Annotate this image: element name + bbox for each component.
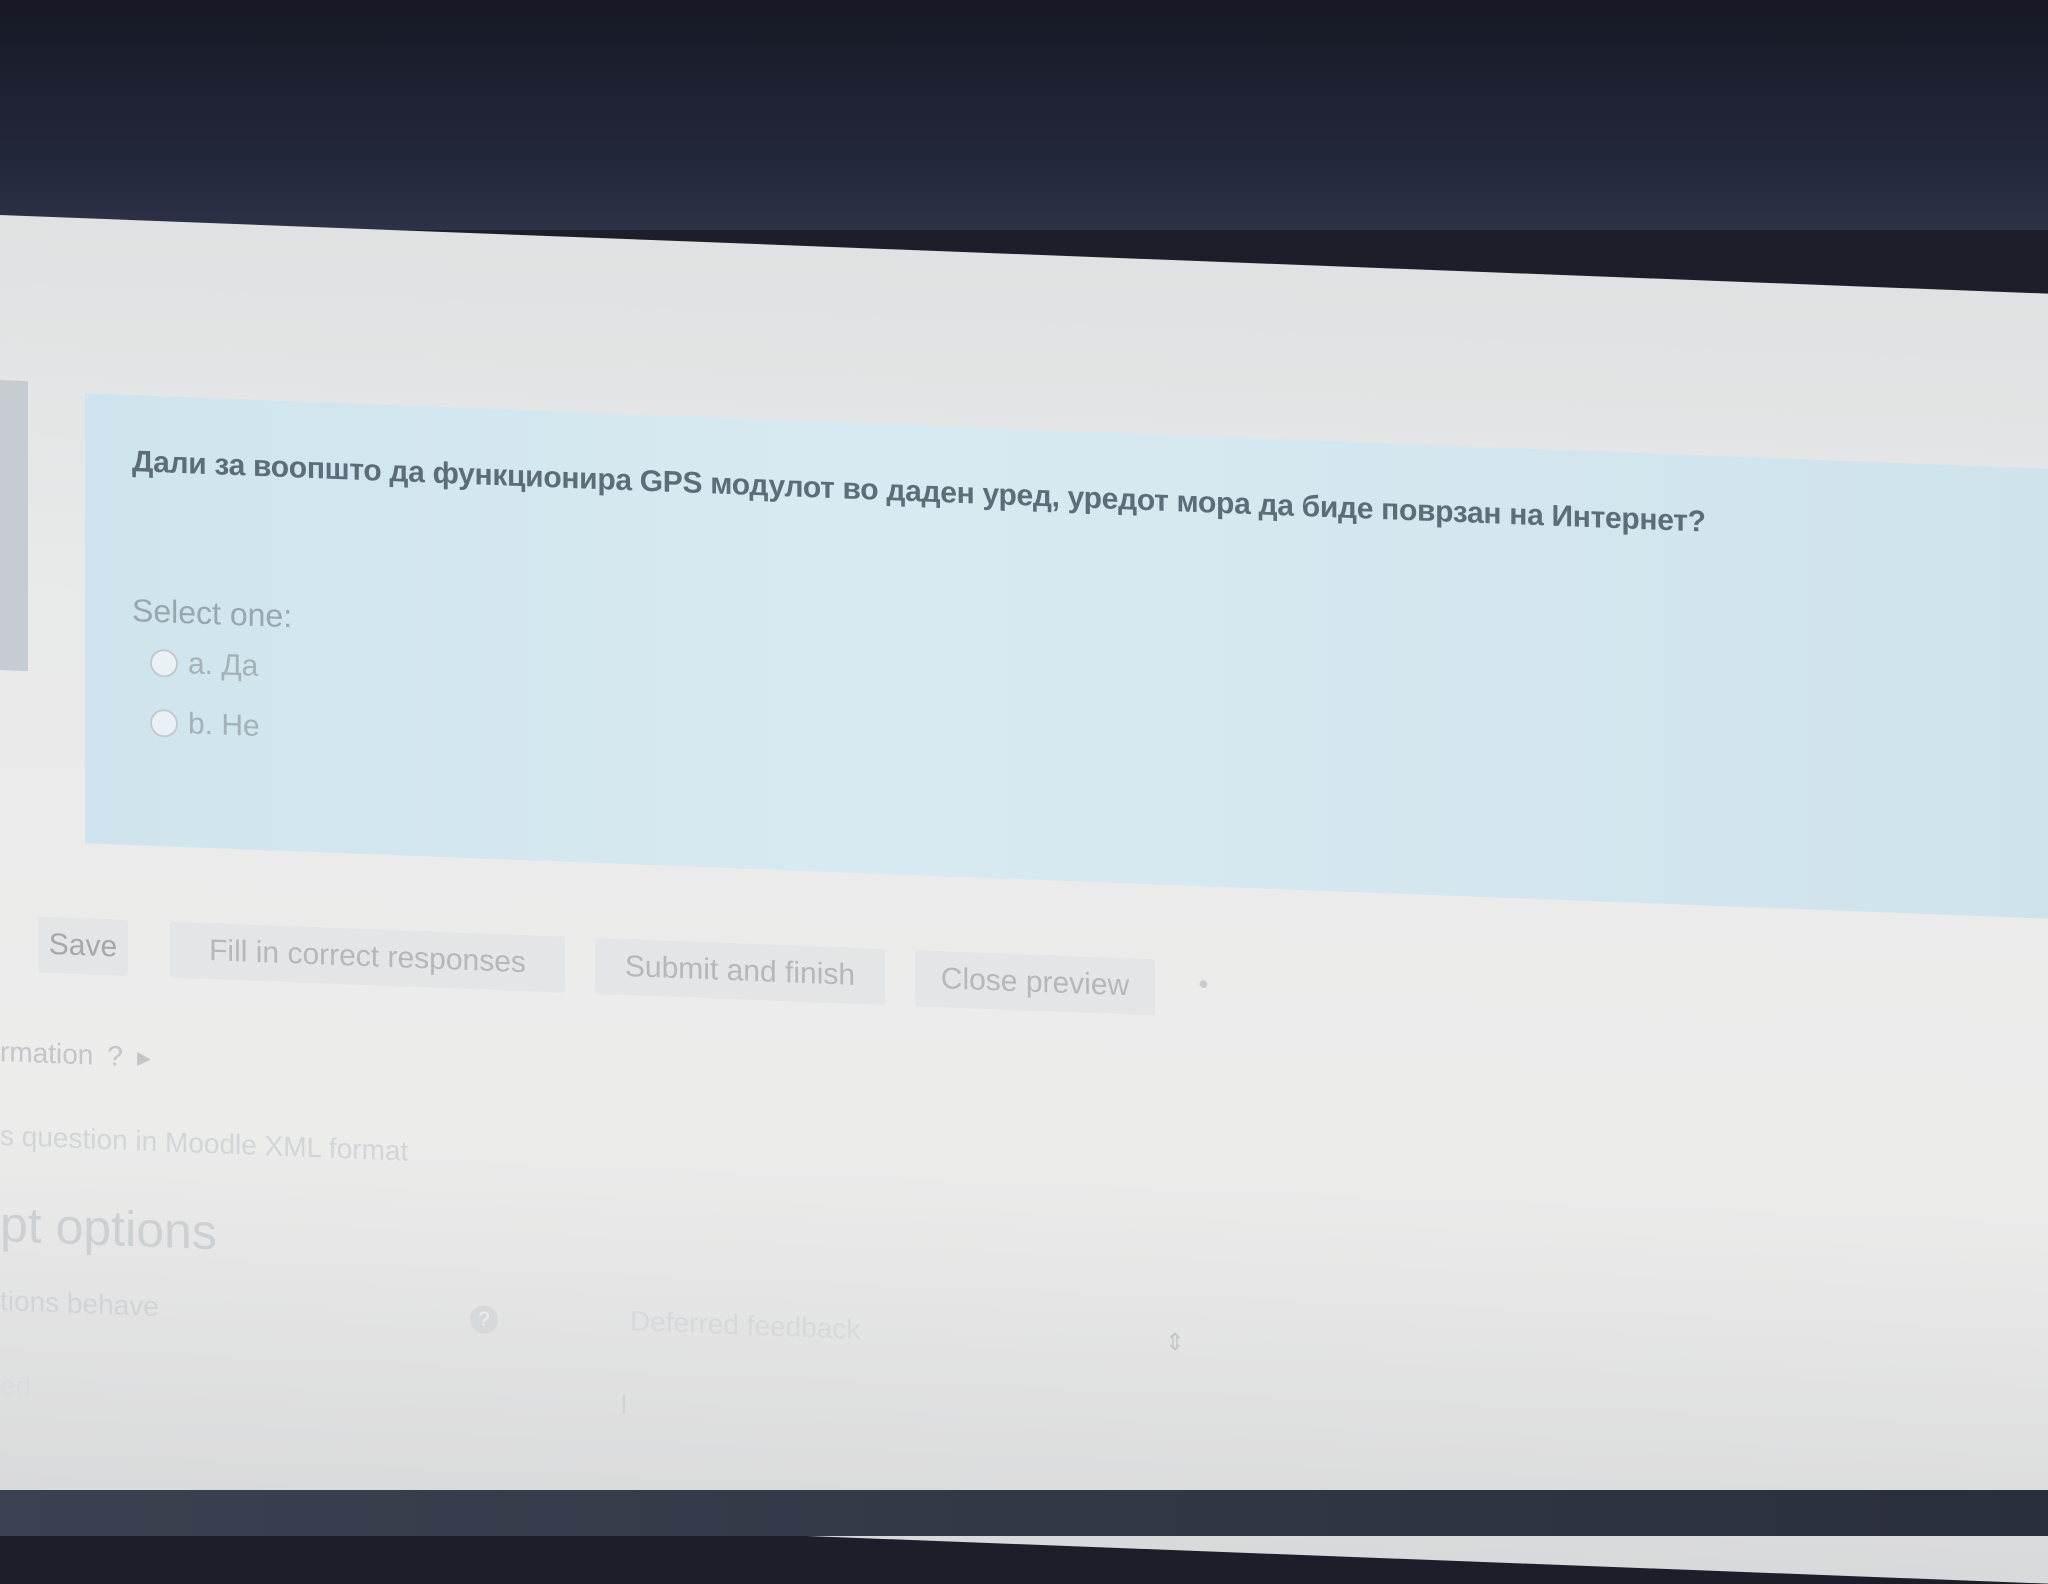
behaviour-select-value: Deferred feedback <box>630 1305 861 1346</box>
moodle-xml-link[interactable]: s question in Moodle XML format <box>0 1120 408 1168</box>
information-toggle[interactable]: rmation ? ▸ <box>0 1035 151 1074</box>
fill-in-correct-responses-button[interactable]: Fill in correct responses <box>170 921 565 993</box>
option-a-label: a. Да <box>188 647 259 683</box>
monitor-top-bezel <box>0 0 2048 230</box>
radio-a[interactable] <box>150 648 178 678</box>
behaviour-help-icon[interactable]: ? <box>470 1305 498 1335</box>
option-a[interactable]: a. Да <box>150 646 258 684</box>
submit-and-finish-button[interactable]: Submit and finish <box>595 937 885 1005</box>
question-info-tab <box>0 380 28 672</box>
select-one-label: Select one: <box>132 592 293 635</box>
save-button[interactable]: Save <box>38 916 128 976</box>
behaviour-select[interactable]: Deferred feedback ⇕ <box>620 1299 1195 1365</box>
marks-input[interactable]: I <box>620 1389 660 1431</box>
option-b[interactable]: b. Не <box>150 706 260 744</box>
close-preview-button[interactable]: Close preview <box>915 950 1155 1016</box>
option-b-label: b. Не <box>188 707 260 743</box>
browser-viewport: Дали за воопшто да функционира GPS модул… <box>0 215 2048 1584</box>
expand-arrow-icon[interactable]: ▸ <box>137 1040 151 1074</box>
information-label: rmation <box>0 1035 94 1071</box>
help-icon[interactable]: ? <box>107 1040 123 1073</box>
behaviour-label: tions behave <box>0 1285 159 1323</box>
select-arrows-icon: ⇕ <box>1164 1328 1185 1357</box>
dot-icon: ● <box>1198 973 1209 994</box>
marks-label: ed <box>0 1370 32 1403</box>
monitor-bottom-bezel <box>0 1490 2048 1536</box>
radio-b[interactable] <box>150 708 178 738</box>
attempt-options-heading: pt options <box>0 1196 217 1261</box>
